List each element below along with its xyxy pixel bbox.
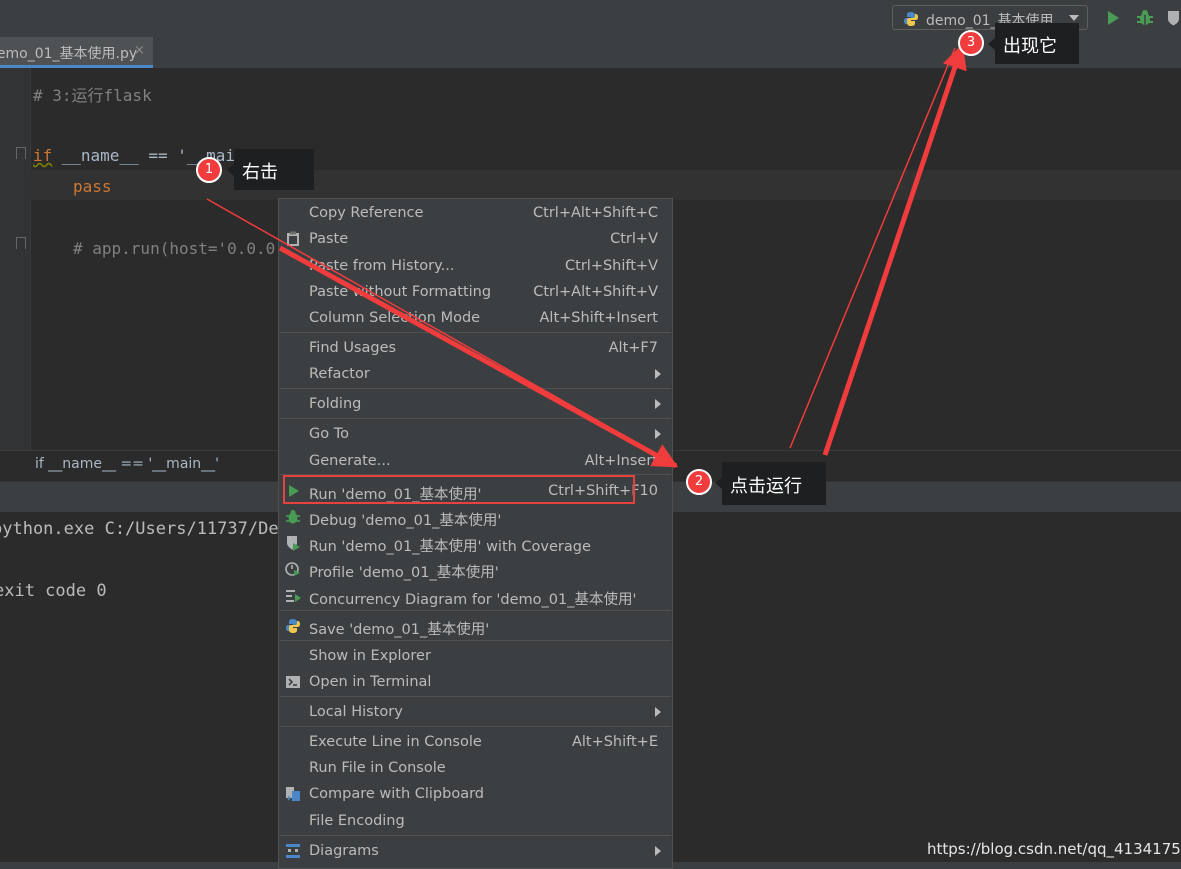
- menu-separator: [280, 835, 671, 836]
- menu-separator: [280, 726, 671, 727]
- menu-item-run-with-coverage[interactable]: Run 'demo_01_基本使用' with Coverage: [279, 530, 672, 556]
- menu-item-folding[interactable]: Folding: [279, 391, 672, 417]
- breadcrumb[interactable]: if __name__ == '__main__': [35, 456, 219, 472]
- step2-text: 点击运行: [730, 476, 802, 497]
- step3-callout: 出现它: [995, 23, 1079, 64]
- debug-icon[interactable]: [1136, 9, 1154, 27]
- step2-badge: 2: [686, 469, 712, 495]
- menu-item-diagrams[interactable]: Diagrams: [279, 838, 672, 864]
- callout-tail: [227, 164, 234, 176]
- menu-item-refactor[interactable]: Refactor: [279, 361, 672, 387]
- menu-item-run-file-in-console[interactable]: Run File in Console: [279, 755, 672, 781]
- menu-separator: [280, 640, 671, 641]
- submenu-arrow-icon: [655, 846, 661, 856]
- menu-item-go-to[interactable]: Go To: [279, 421, 672, 447]
- menu-item-debug[interactable]: Debug 'demo_01_基本使用': [279, 504, 672, 530]
- tab-demo-file[interactable]: demo_01_基本使用.py ×: [0, 37, 153, 68]
- profile-icon: [285, 562, 300, 576]
- step3-text: 出现它: [1003, 36, 1057, 57]
- clipboard-icon: [287, 231, 299, 246]
- fold-marker-icon[interactable]: [16, 147, 26, 159]
- chevron-down-icon: [1069, 15, 1079, 21]
- menu-separator: [280, 388, 671, 389]
- menu-item-copy-reference[interactable]: Copy Reference Ctrl+Alt+Shift+C: [279, 200, 672, 226]
- menu-item-local-history[interactable]: Local History: [279, 699, 672, 725]
- step1-callout: 右击: [234, 149, 314, 190]
- console-line: exit code 0: [0, 581, 107, 601]
- menu-item-compare-with-clipboard[interactable]: Compare with Clipboard: [279, 781, 672, 807]
- menu-item-paste[interactable]: Paste Ctrl+V: [279, 226, 672, 252]
- context-menu: Copy Reference Ctrl+Alt+Shift+C Paste Ctrl…: [278, 198, 673, 869]
- run-icon[interactable]: [1105, 10, 1121, 26]
- debug-icon: [286, 510, 300, 524]
- coverage-icon: [287, 536, 300, 551]
- submenu-arrow-icon: [655, 707, 661, 717]
- concurrency-icon: [286, 590, 301, 602]
- tab-file-label: demo_01_基本使用.py: [0, 46, 138, 62]
- editor-gutter: [0, 68, 31, 450]
- code-app-run-comment: # app.run(host='0.0.0: [73, 239, 276, 258]
- menu-item-column-selection-mode[interactable]: Column Selection Mode Alt+Shift+Insert: [279, 305, 672, 331]
- menu-item-file-encoding[interactable]: File Encoding: [279, 808, 672, 834]
- terminal-icon: [286, 676, 300, 688]
- step3-badge: 3: [958, 30, 984, 56]
- run-item-highlight: [283, 475, 635, 504]
- menu-item-profile[interactable]: Profile 'demo_01_基本使用': [279, 556, 672, 582]
- callout-tail: [715, 477, 722, 489]
- python-icon: [286, 619, 300, 633]
- code-pass-keyword: pass: [73, 177, 112, 196]
- submenu-arrow-icon: [655, 429, 661, 439]
- step1-badge: 1: [196, 157, 222, 183]
- compare-icon: [286, 787, 300, 801]
- menu-item-execute-line-in-console[interactable]: Execute Line in Console Alt+Shift+E: [279, 729, 672, 755]
- watermark: https://blog.csdn.net/qq_41341757: [927, 840, 1181, 858]
- menu-separator: [280, 696, 671, 697]
- code-if-keyword: if: [33, 146, 53, 165]
- coverage-icon[interactable]: [1166, 9, 1181, 27]
- menu-item-paste-without-formatting[interactable]: Paste without Formatting Ctrl+Alt+Shift+V: [279, 279, 672, 305]
- menu-separator: [280, 418, 671, 419]
- python-icon: [904, 12, 918, 26]
- menu-item-paste-from-history[interactable]: Paste from History... Ctrl+Shift+V: [279, 253, 672, 279]
- submenu-arrow-icon: [655, 399, 661, 409]
- menu-item-find-usages[interactable]: Find Usages Alt+F7: [279, 335, 672, 361]
- step1-text: 右击: [242, 162, 278, 183]
- fold-marker-icon[interactable]: [16, 237, 26, 249]
- diagram-icon: [286, 844, 300, 858]
- code-comment: # 3:运行flask: [33, 86, 152, 105]
- callout-tail: [988, 38, 995, 50]
- close-icon[interactable]: ×: [134, 43, 145, 58]
- menu-item-generate[interactable]: Generate... Alt+Insert: [279, 448, 672, 474]
- menu-separator: [280, 332, 671, 333]
- submenu-arrow-icon: [655, 369, 661, 379]
- menu-item-concurrency-diagram[interactable]: Concurrency Diagram for 'demo_01_基本使用': [279, 583, 672, 609]
- menu-item-save[interactable]: Save 'demo_01_基本使用': [279, 613, 672, 639]
- step2-callout: 点击运行: [722, 462, 826, 505]
- menu-item-show-in-explorer[interactable]: Show in Explorer: [279, 643, 672, 669]
- console-line: python.exe C:/Users/11737/Des: [0, 519, 289, 539]
- menu-separator: [280, 610, 671, 611]
- menu-item-open-in-terminal[interactable]: Open in Terminal: [279, 669, 672, 695]
